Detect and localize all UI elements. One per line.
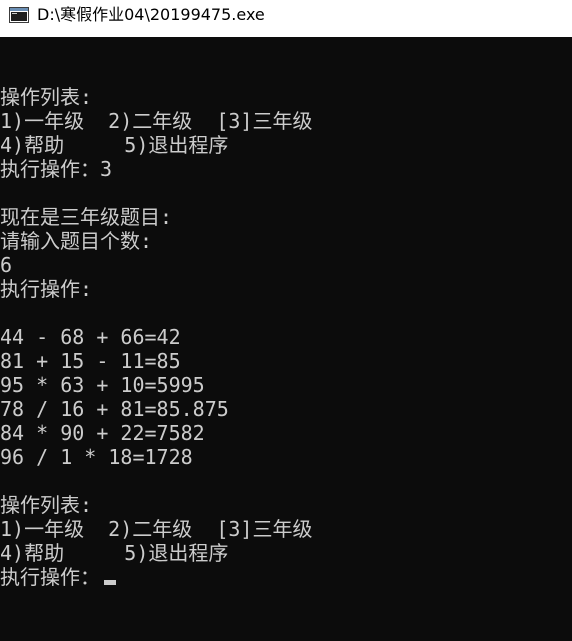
console-line: 4)帮助 5)退出程序: [0, 541, 229, 565]
console-line: 95 * 63 + 10=5995: [0, 373, 205, 397]
console-line: 现在是三年级题目:: [0, 205, 173, 229]
console-line: 81 + 15 - 11=85: [0, 349, 181, 373]
console-prompt-line[interactable]: 执行操作：: [0, 565, 572, 589]
console-line: 请输入题目个数:: [0, 229, 153, 253]
console-output[interactable]: 操作列表: 1)一年级 2)二年级 [3]三年级 4)帮助 5)退出程序 执行操…: [0, 85, 572, 641]
console-line: 1)一年级 2)二年级 [3]三年级: [0, 517, 313, 541]
console-line: 执行操作：3: [0, 157, 113, 181]
console-line: 操作列表:: [0, 85, 93, 109]
console-line: 4)帮助 5)退出程序: [0, 133, 229, 157]
console-window: D:\寒假作业04\20199475.exe 操作列表: 1)一年级 2)二年级…: [0, 0, 572, 641]
title-bar[interactable]: D:\寒假作业04\20199475.exe: [0, 0, 572, 37]
console-line: 78 / 16 + 81=85.875: [0, 397, 229, 421]
console-line: 1)一年级 2)二年级 [3]三年级: [0, 109, 313, 133]
console-line: 84 * 90 + 22=7582: [0, 421, 205, 445]
console-line: 执行操作:: [0, 277, 93, 301]
console-line: 操作列表:: [0, 493, 93, 517]
prompt-text: 执行操作：: [0, 565, 100, 589]
text-cursor: [104, 580, 116, 585]
window-title: D:\寒假作业04\20199475.exe: [37, 5, 265, 24]
console-line: 6: [0, 253, 13, 277]
console-line: 96 / 1 * 18=1728: [0, 445, 193, 469]
console-app-icon: [9, 7, 29, 23]
console-line: 44 - 68 + 66=42: [0, 325, 181, 349]
